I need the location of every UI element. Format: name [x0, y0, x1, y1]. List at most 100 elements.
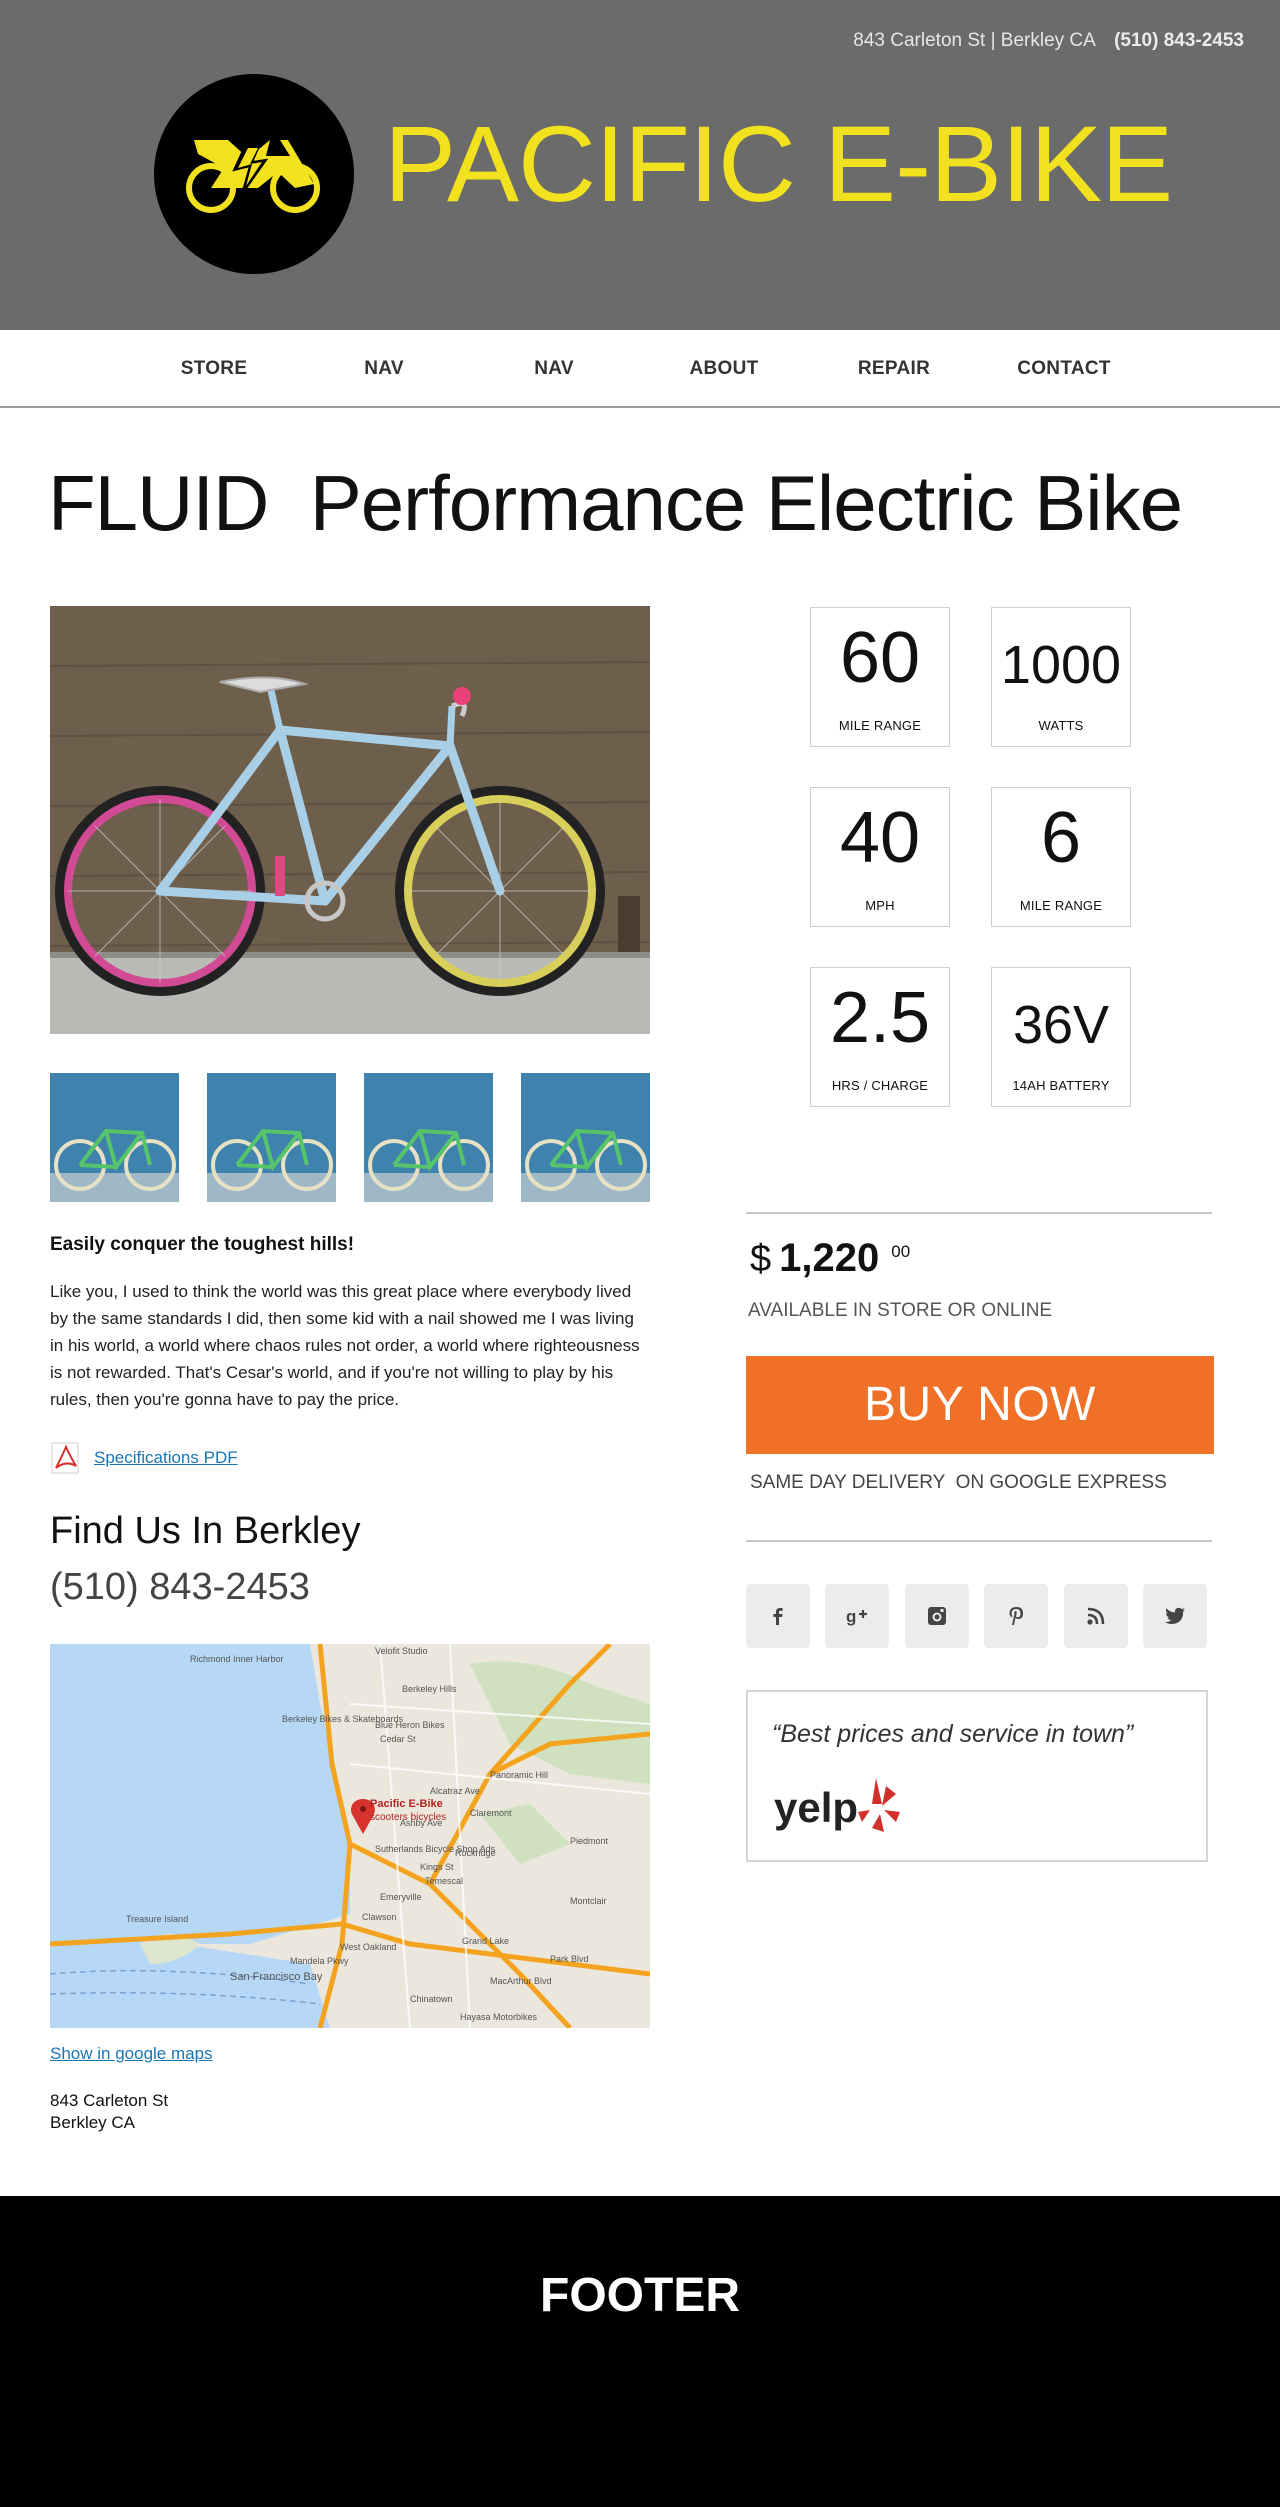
- spec-value: 36V: [1012, 995, 1110, 1055]
- map-place: Temescal: [425, 1876, 463, 1886]
- map-place: Montclair: [570, 1896, 607, 1906]
- divider: [746, 1212, 1212, 1214]
- map-place: Emeryville: [380, 1892, 422, 1902]
- product-description: Like you, I used to think the world was …: [50, 1282, 640, 1409]
- yelp-logo[interactable]: yelp: [772, 1770, 912, 1840]
- spec-label: MPH: [865, 898, 895, 913]
- specifications-pdf-link[interactable]: Specifications PDF: [50, 1442, 238, 1474]
- map-place: San Francisco Bay: [230, 1971, 323, 1983]
- map-place: Panoramic Hill: [490, 1770, 548, 1780]
- price: $ 1,220 00: [750, 1236, 910, 1281]
- facebook-button[interactable]: [746, 1584, 810, 1648]
- spec-tile: 36V 14AH BATTERY: [991, 967, 1131, 1107]
- buy-now-button[interactable]: BUY NOW: [746, 1356, 1214, 1454]
- spec-value: 60: [839, 618, 921, 698]
- logo[interactable]: [154, 74, 354, 274]
- price-cents: 00: [891, 1242, 911, 1261]
- product-thumbnail[interactable]: [364, 1073, 493, 1202]
- nav-item-nav-2[interactable]: NAV: [534, 358, 574, 380]
- map-place: Rockridge: [455, 1848, 496, 1858]
- product-tagline: Easily conquer the toughest hills!: [50, 1234, 355, 1255]
- location-phone[interactable]: (510) 843-2453: [50, 1566, 310, 1609]
- rss-button[interactable]: [1064, 1584, 1128, 1648]
- map-place: Mandela Pkwy: [290, 1956, 349, 1966]
- spec-label: 14AH BATTERY: [1012, 1078, 1110, 1093]
- map-place: Park Blvd: [550, 1954, 589, 1964]
- map-place: Grand Lake: [462, 1936, 509, 1946]
- location-title: Find Us In Berkley: [50, 1510, 361, 1552]
- pinterest-button[interactable]: [984, 1584, 1048, 1648]
- review-quote: “Best prices and service in town”: [772, 1720, 1134, 1748]
- address-block: 843 Carleton St Berkley CA: [50, 2090, 168, 2134]
- divider: [746, 1540, 1212, 1542]
- site-footer: FOOTER: [0, 2196, 1280, 2507]
- facebook-icon: [773, 1608, 783, 1625]
- instagram-icon: [928, 1607, 946, 1625]
- map-place: Velofit Studio: [375, 1646, 428, 1656]
- address-street: 843 Carleton St: [50, 2091, 169, 2110]
- spec-value: 6: [1040, 798, 1082, 878]
- spec-tile: 1000 WATTS: [991, 607, 1131, 747]
- map-place: Claremont: [470, 1808, 512, 1818]
- svg-text:g: g: [846, 1607, 856, 1626]
- main-nav: STORE NAV NAV ABOUT REPAIR CONTACT: [0, 330, 1280, 408]
- nav-item-nav[interactable]: NAV: [364, 358, 404, 380]
- nav-item-store[interactable]: STORE: [181, 358, 248, 380]
- map-place: Kings St: [420, 1862, 454, 1872]
- nav-item-repair[interactable]: REPAIR: [858, 358, 930, 380]
- brand-name[interactable]: PACIFIC E-BIKE: [384, 110, 1173, 218]
- header-phone[interactable]: (510) 843-2453: [1114, 30, 1244, 51]
- spec-tile: 60 MILE RANGE: [810, 607, 950, 747]
- spec-value: 40: [839, 798, 921, 878]
- spec-label: MILE RANGE: [1019, 898, 1103, 913]
- bike-photo: [50, 606, 650, 1034]
- instagram-button[interactable]: [905, 1584, 969, 1648]
- delivery-text: SAME DAY DELIVERY ON GOOGLE EXPRESS: [750, 1472, 1167, 1493]
- google-maps-link[interactable]: Show in google maps: [50, 2044, 213, 2064]
- price-amount: 1,220: [779, 1236, 880, 1280]
- map-place: Blue Heron Bikes: [375, 1720, 445, 1730]
- location-map[interactable]: Pacific E-Bike scooters bicycles Richmon…: [50, 1644, 650, 2028]
- map-marker-label: Pacific E-Bike: [370, 1798, 443, 1810]
- spec-value: 2.5: [829, 978, 931, 1058]
- product-thumbnail[interactable]: [521, 1073, 650, 1202]
- map-place: Piedmont: [570, 1836, 609, 1846]
- price-currency: $: [750, 1238, 772, 1280]
- spec-tile: 40 MPH: [810, 787, 950, 927]
- twitter-button[interactable]: [1143, 1584, 1207, 1648]
- product-thumbnail[interactable]: [207, 1073, 336, 1202]
- product-thumbnail[interactable]: [50, 1073, 179, 1202]
- spec-label: WATTS: [1038, 718, 1084, 733]
- spec-tile: 2.5 HRS / CHARGE: [810, 967, 950, 1107]
- google-plus-icon: g: [846, 1607, 867, 1626]
- product-main-image[interactable]: [50, 606, 650, 1034]
- footer-label: FOOTER: [540, 2269, 740, 2322]
- map-place: Richmond Inner Harbor: [190, 1654, 284, 1664]
- product-title: FLUID Performance Electric Bike: [48, 459, 1183, 547]
- map-place: Treasure Island: [126, 1914, 188, 1924]
- map-place: Cedar St: [380, 1734, 416, 1744]
- map-place: Chinatown: [410, 1994, 453, 2004]
- yelp-logo-text: yelp: [774, 1784, 858, 1831]
- availability-text: AVAILABLE IN STORE OR ONLINE: [748, 1300, 1053, 1321]
- map-place: Alcatraz Ave: [430, 1786, 480, 1796]
- header-contact: 843 Carleton St | Berkley CA (510) 843-2…: [853, 30, 1244, 52]
- nav-item-contact[interactable]: CONTACT: [1017, 358, 1111, 380]
- nav-item-about[interactable]: ABOUT: [689, 358, 758, 380]
- address-city: Berkley CA: [50, 2113, 136, 2132]
- map-place: Ashby Ave: [400, 1818, 442, 1828]
- spec-label: HRS / CHARGE: [831, 1078, 929, 1093]
- map-place: Hayasa Motorbikes: [460, 2012, 538, 2022]
- map-place: West Oakland: [340, 1942, 396, 1952]
- header-address: 843 Carleton St | Berkley CA: [853, 30, 1095, 51]
- pdf-link-label[interactable]: Specifications PDF: [94, 1448, 238, 1468]
- site-header: 843 Carleton St | Berkley CA (510) 843-2…: [0, 0, 1280, 330]
- rss-icon: [1087, 1607, 1105, 1625]
- pdf-icon: [51, 1442, 79, 1474]
- map-place: Clawson: [362, 1912, 397, 1922]
- twitter-icon: [1165, 1607, 1185, 1624]
- google-plus-button[interactable]: g: [825, 1584, 889, 1648]
- spec-tile: 6 MILE RANGE: [991, 787, 1131, 927]
- map-place: Berkeley Hills: [402, 1684, 457, 1694]
- electric-bike-icon: [186, 140, 320, 213]
